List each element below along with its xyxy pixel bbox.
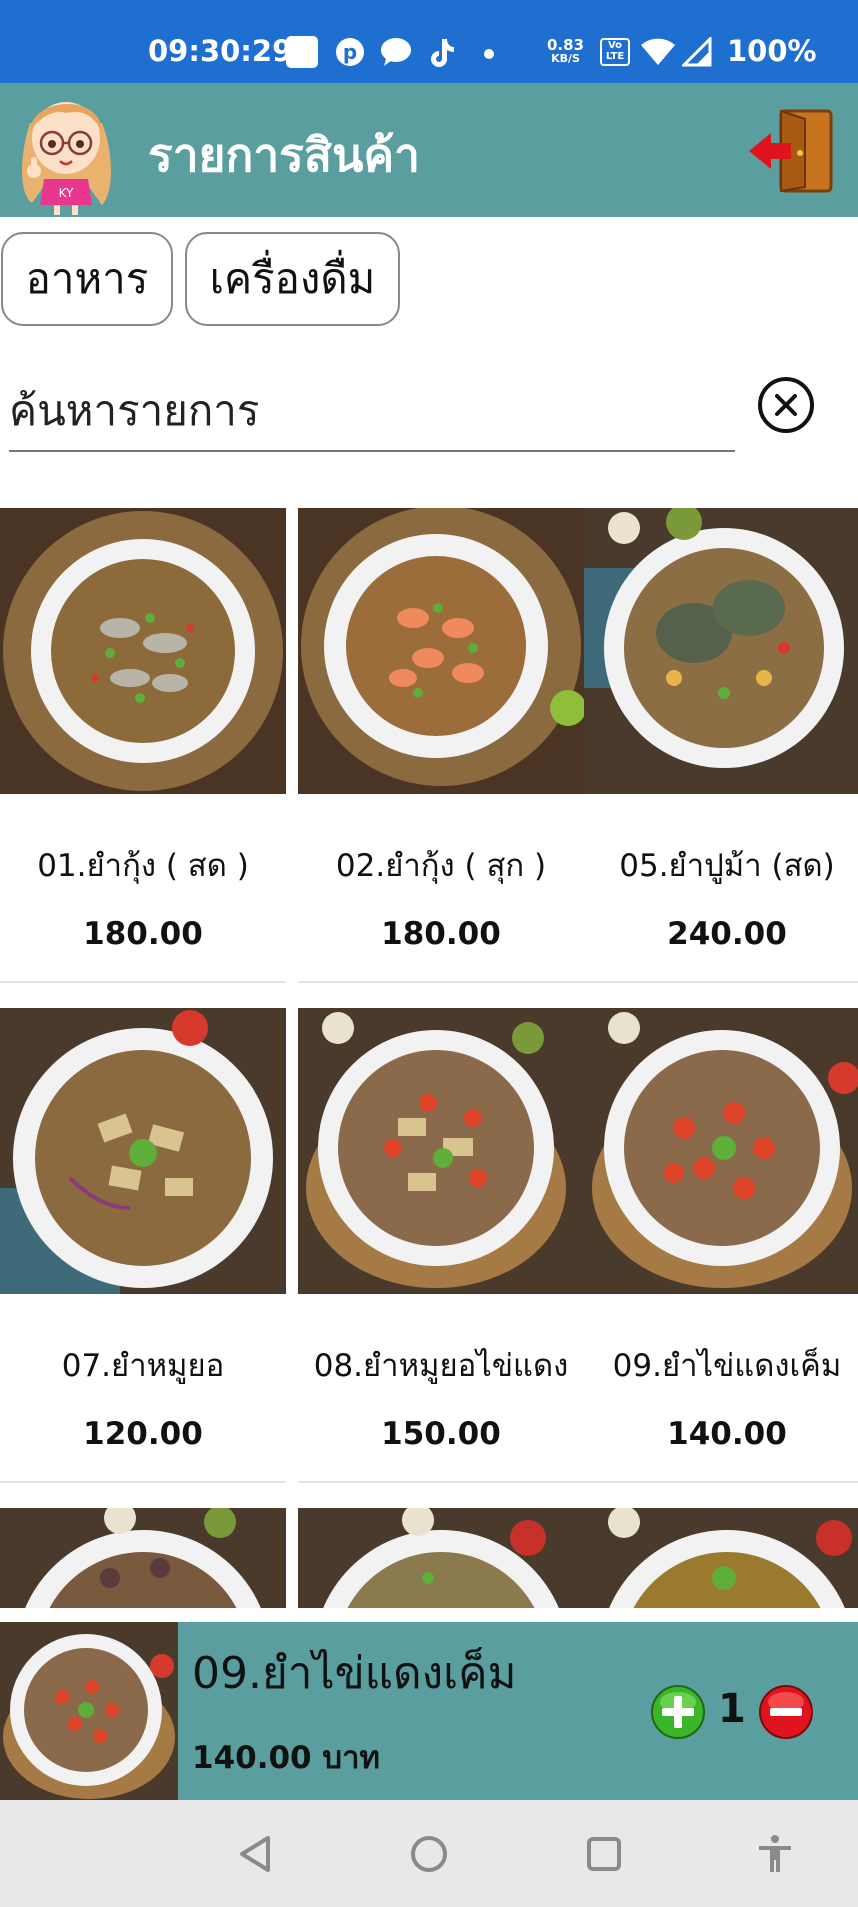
product-price: 180.00 bbox=[381, 916, 501, 952]
product-card[interactable] bbox=[584, 1508, 858, 1608]
card-divider bbox=[584, 981, 858, 983]
exit-button[interactable] bbox=[745, 105, 837, 195]
dot-icon bbox=[484, 49, 494, 59]
product-price: 240.00 bbox=[667, 916, 787, 952]
clear-search-button[interactable] bbox=[758, 377, 814, 433]
cart-item-price: 140.00 บาท bbox=[192, 1740, 380, 1776]
wifi-icon bbox=[640, 36, 676, 68]
product-name: 02.ยำกุ้ง ( สุก ) bbox=[335, 848, 547, 884]
volte-badge: Vo LTE bbox=[600, 38, 630, 66]
recents-square-icon bbox=[587, 1837, 621, 1871]
product-price: 180.00 bbox=[83, 916, 203, 952]
quantity-value: 1 bbox=[718, 1686, 746, 1732]
cart-item-name: 09.ยำไข่แดงเค็ม bbox=[192, 1648, 517, 1699]
product-price: 150.00 bbox=[381, 1416, 501, 1452]
product-name: 05.ยำปูม้า (สด) bbox=[619, 848, 835, 884]
product-grid: 01.ยำกุ้ง ( สด ) 180.00 02.ยำกุ้ง (สุก … bbox=[0, 508, 858, 1608]
cart-item-image bbox=[0, 1622, 178, 1800]
card-divider bbox=[0, 981, 286, 983]
card-divider bbox=[298, 1481, 584, 1483]
minus-icon bbox=[759, 1685, 813, 1739]
product-image bbox=[0, 1008, 286, 1294]
product-card[interactable]: 07.ยำหมูยอ 120.00 bbox=[0, 1008, 286, 1483]
svg-text:KY: KY bbox=[59, 186, 74, 200]
tiktok-icon bbox=[426, 36, 458, 68]
product-image bbox=[0, 1508, 286, 1608]
close-icon bbox=[775, 394, 797, 416]
product-name: 01.ยำกุ้ง ( สด ) bbox=[37, 848, 249, 884]
product-image bbox=[298, 1008, 584, 1294]
product-image bbox=[0, 508, 286, 794]
page-title: รายการสินค้า bbox=[148, 128, 421, 182]
card-divider bbox=[0, 1481, 286, 1483]
search-input[interactable] bbox=[9, 370, 735, 452]
product-card[interactable]: 05.ยำปูม้า (สด) 240.00 bbox=[584, 508, 858, 983]
pinterest-icon: p bbox=[334, 36, 366, 68]
status-time: 09:30:29 bbox=[148, 34, 293, 68]
product-price: 140.00 bbox=[667, 1416, 787, 1452]
increase-quantity-button[interactable] bbox=[650, 1684, 706, 1740]
accessibility-icon bbox=[759, 1835, 791, 1872]
product-card[interactable]: 01.ยำกุ้ง ( สด ) 180.00 bbox=[0, 508, 286, 983]
product-image bbox=[584, 508, 858, 794]
notification-square-icon bbox=[286, 36, 318, 68]
avatar: KY bbox=[10, 83, 122, 217]
home-circle-icon bbox=[411, 1836, 447, 1872]
product-card[interactable] bbox=[298, 1508, 584, 1608]
product-name: 08.ยำหมูยอไข่แดง bbox=[313, 1348, 569, 1384]
home-button[interactable] bbox=[407, 1832, 451, 1876]
cart-bar: 09.ยำไข่แดงเค็ม 140.00 บาท 1 bbox=[0, 1622, 858, 1800]
tab-drinks[interactable]: เครื่องดื่ม bbox=[185, 232, 400, 326]
back-button[interactable] bbox=[234, 1832, 278, 1876]
product-card[interactable]: 02.ยำกุ้ง ( สุก ) 180.00 bbox=[298, 508, 584, 983]
chat-bubble-icon bbox=[380, 36, 412, 68]
decrease-quantity-button[interactable] bbox=[758, 1684, 814, 1740]
card-divider bbox=[584, 1481, 858, 1483]
product-image bbox=[298, 1508, 584, 1608]
accessibility-button[interactable] bbox=[753, 1832, 797, 1876]
product-card[interactable]: 09.ยำไข่แดงเค็ม 140.00 bbox=[584, 1008, 858, 1483]
back-triangle-icon bbox=[240, 1836, 270, 1872]
system-nav-bar bbox=[0, 1800, 858, 1907]
svg-text:p: p bbox=[343, 40, 357, 64]
card-divider bbox=[298, 981, 584, 983]
app-screen: 09:30:29 p 0.83 KB/S Vo LTE 100% KY รายก… bbox=[0, 0, 858, 1907]
recents-button[interactable] bbox=[582, 1832, 626, 1876]
battery-level: 100% bbox=[727, 34, 817, 68]
product-card[interactable] bbox=[0, 1508, 286, 1608]
product-image bbox=[298, 508, 584, 794]
app-header: KY รายการสินค้า bbox=[0, 83, 858, 217]
product-name: 09.ยำไข่แดงเค็ม bbox=[612, 1348, 842, 1384]
product-price: 120.00 bbox=[83, 1416, 203, 1452]
tab-food[interactable]: อาหาร bbox=[1, 232, 173, 326]
status-bar: 09:30:29 p 0.83 KB/S Vo LTE 100% bbox=[0, 0, 858, 83]
signal-icon bbox=[682, 36, 712, 68]
product-name: 07.ยำหมูยอ bbox=[61, 1348, 225, 1384]
product-card[interactable]: 08.ยำหมูยอไข่แดง 150.00 bbox=[298, 1008, 584, 1483]
product-image bbox=[584, 1508, 858, 1608]
plus-icon bbox=[651, 1685, 705, 1739]
product-image bbox=[584, 1008, 858, 1294]
network-speed: 0.83 KB/S bbox=[547, 36, 585, 66]
exit-door-icon bbox=[749, 109, 833, 193]
